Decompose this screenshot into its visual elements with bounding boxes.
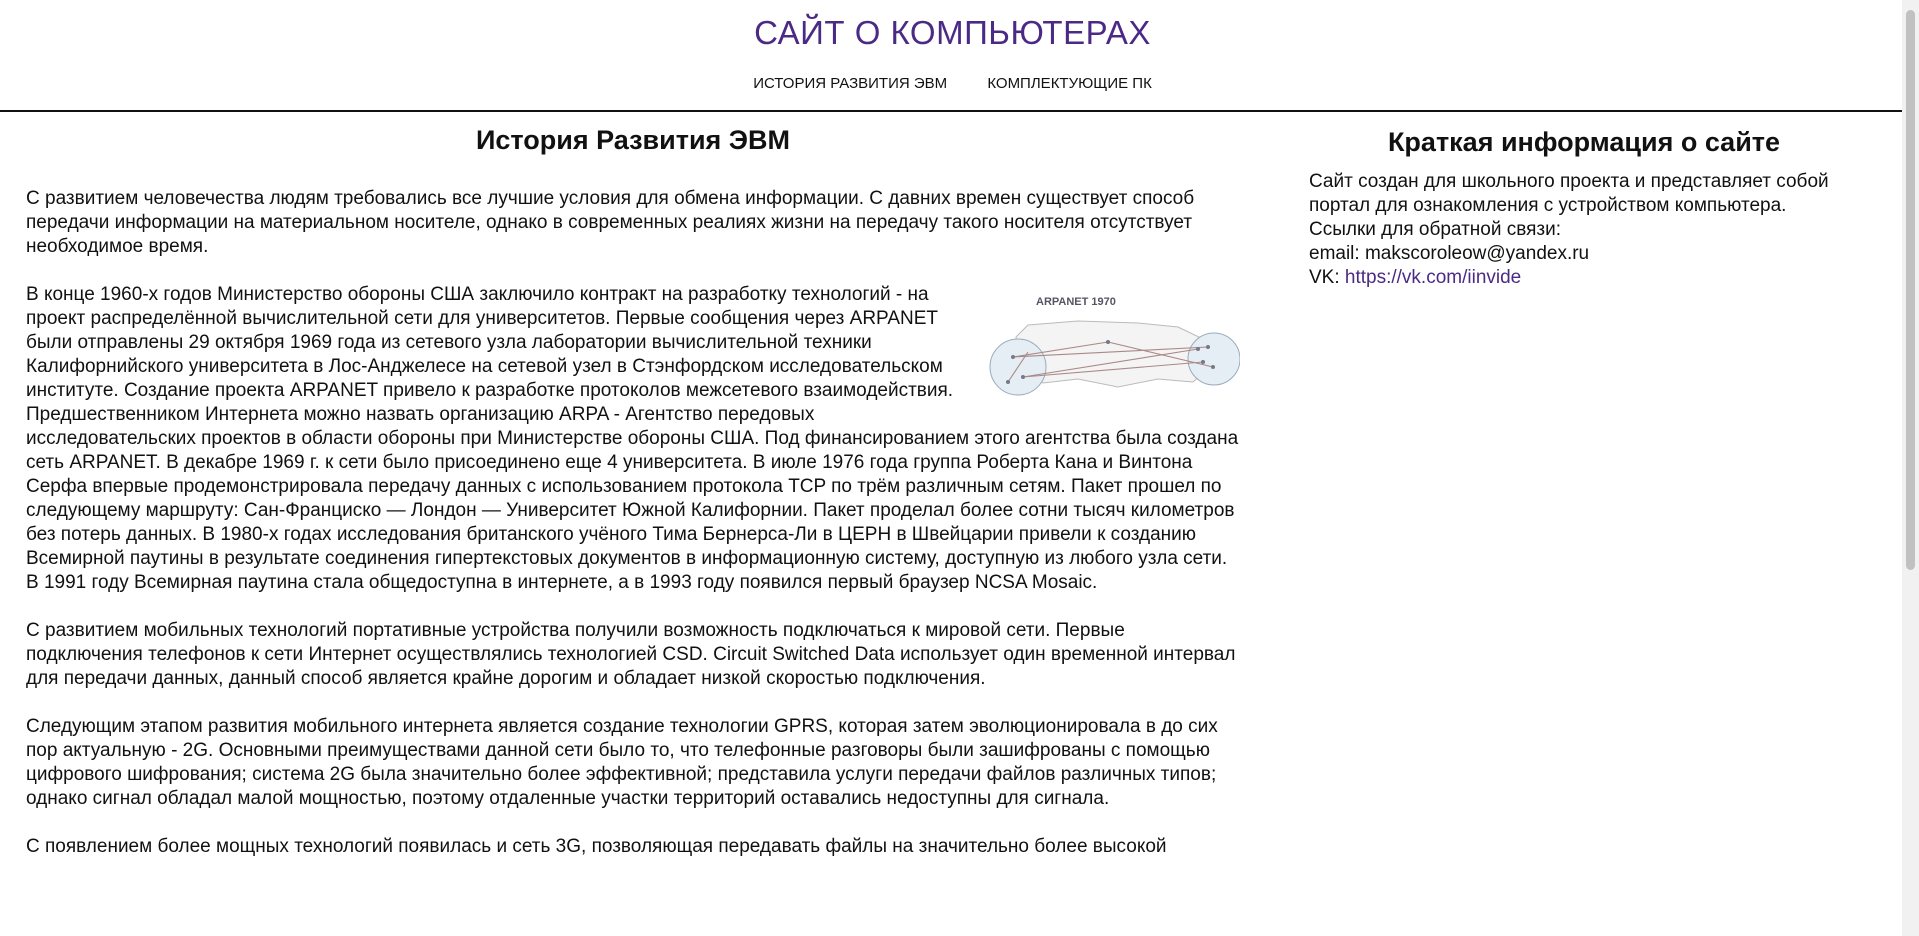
- page-scrollbar[interactable]: [1902, 0, 1919, 936]
- nav-components[interactable]: КОМПЛЕКТУЮЩИЕ ПК: [987, 75, 1151, 92]
- arpanet-map-image: ARPANET 1970: [988, 287, 1241, 405]
- site-header: САЙТ О КОМПЬЮТЕРАХ ИСТОРИЯ РАЗВИТИЯ ЭВМ …: [0, 0, 1919, 112]
- vk-label: VK:: [1309, 267, 1345, 288]
- vk-line: VK: https://vk.com/iinvide: [1309, 266, 1849, 290]
- paragraph-intro: С развитием человечества людям требовали…: [26, 188, 1195, 257]
- page-title: История Развития ЭВМ: [475, 125, 791, 155]
- paragraph-gprs: Следующим этапом развития мобильного инт…: [26, 716, 1218, 809]
- vk-link[interactable]: https://vk.com/iinvide: [1345, 267, 1521, 288]
- main-nav: ИСТОРИЯ РАЗВИТИЯ ЭВМ КОМПЛЕКТУЮЩИЕ ПК: [0, 75, 1905, 92]
- site-info-sidebar: Краткая информация о сайте Сайт создан д…: [1309, 127, 1849, 290]
- feedback-label: Ссылки для обратной связи:: [1309, 219, 1562, 240]
- nav-history[interactable]: ИСТОРИЯ РАЗВИТИЯ ЭВМ: [753, 75, 947, 92]
- sidebar-title: Краткая информация о сайте: [1387, 127, 1781, 157]
- email-line: email: makscoroleow@yandex.ru: [1309, 243, 1590, 264]
- scrollbar-thumb[interactable]: [1906, 10, 1915, 570]
- paragraph-mobile: С развитием мобильных технологий портати…: [26, 620, 1236, 689]
- arpanet-map-title: ARPANET 1970: [1036, 296, 1116, 308]
- site-title: САЙТ О КОМПЬЮТЕРАХ: [754, 14, 1151, 51]
- site-description: Сайт создан для школьного проекта и пред…: [1309, 171, 1829, 216]
- paragraph-3g: С появлением более мощных технологий поя…: [26, 836, 1167, 857]
- main-content: История Развития ЭВМ С развитием человеч…: [26, 125, 1241, 883]
